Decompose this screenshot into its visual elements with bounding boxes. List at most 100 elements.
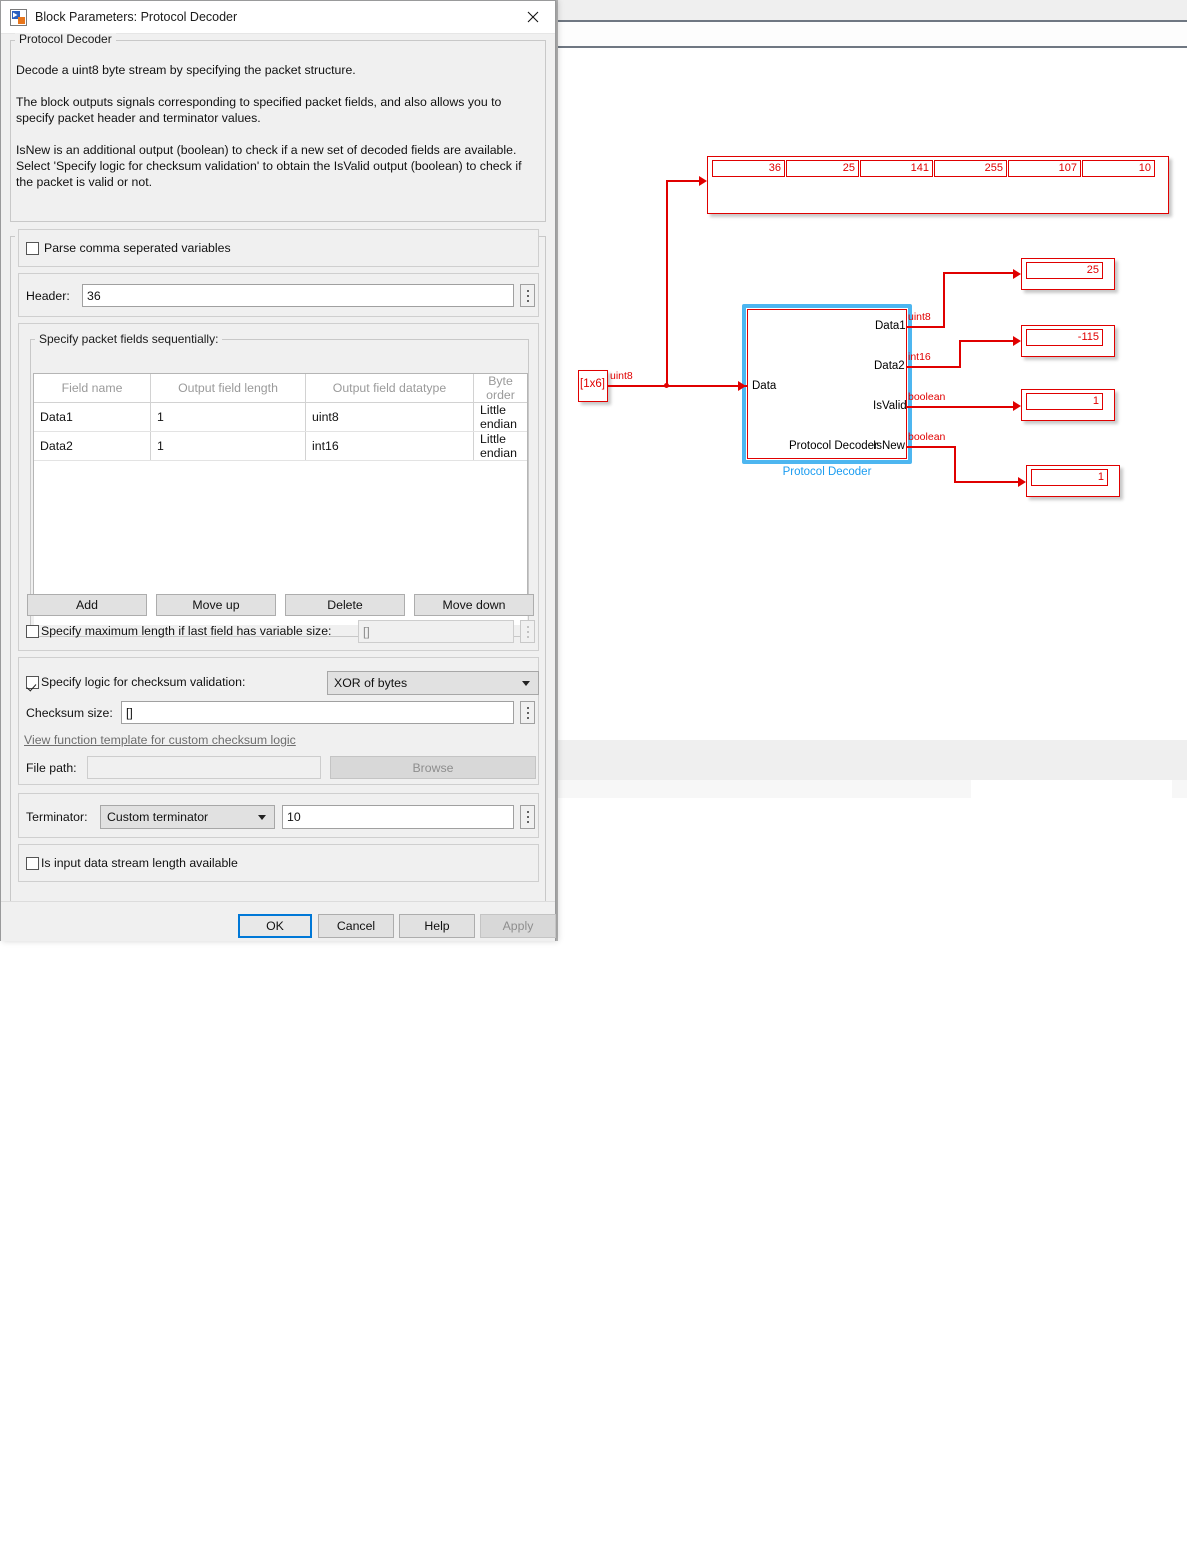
arrow-data2-display: [1013, 336, 1021, 346]
description-paragraph-1: Decode a uint8 byte stream by specifying…: [16, 62, 538, 78]
table-row[interactable]: Data2 1 int16 Little endian: [34, 432, 527, 461]
close-icon[interactable]: [511, 2, 555, 33]
parse-csv-label: Parse comma seperated variables: [44, 241, 231, 255]
cell-output-field-datatype[interactable]: int16: [306, 432, 474, 461]
apply-button[interactable]: Apply: [480, 914, 556, 938]
file-path-input[interactable]: [87, 756, 321, 779]
isnew-display-value: 1: [1031, 469, 1108, 486]
wire-isvalid: [907, 406, 1018, 408]
chevron-down-icon: [522, 681, 530, 686]
column-header-byte-order[interactable]: Byte order: [474, 374, 528, 403]
simulink-toolstrip-middle: [556, 22, 1187, 48]
isvalid-display-value: 1: [1026, 393, 1103, 410]
max-length-checkbox[interactable]: [26, 625, 39, 638]
array-cell-3: 255: [934, 160, 1007, 177]
block-description-group-title: Protocol Decoder: [15, 33, 116, 46]
header-input[interactable]: [82, 284, 514, 307]
checksum-logic-select[interactable]: XOR of bytes: [327, 671, 539, 695]
ok-button[interactable]: OK: [238, 914, 312, 938]
data1-display[interactable]: 25: [1021, 258, 1115, 290]
isvalid-display[interactable]: 1: [1021, 389, 1115, 421]
simulink-status-bar-right: [1172, 780, 1187, 798]
data2-display-value: -115: [1026, 329, 1103, 346]
wire-data2-a: [907, 366, 960, 368]
decoder-inner-label: Protocol Decoder: [789, 440, 878, 452]
block-parameters-dialog: Block Parameters: Protocol Decoder Proto…: [0, 0, 556, 941]
decoder-output-port-isvalid: IsValid: [873, 400, 907, 412]
wire-isnew-a: [907, 446, 955, 448]
stream-length-checkbox[interactable]: [26, 857, 39, 870]
simulink-lower-canvas: [556, 798, 1187, 941]
data1-display-value: 25: [1026, 262, 1103, 279]
column-header-field-name[interactable]: Field name: [34, 374, 151, 403]
simulink-status-bar-left: [556, 780, 971, 798]
dialog-title-bar[interactable]: Block Parameters: Protocol Decoder: [1, 1, 555, 34]
move-up-button[interactable]: Move up: [156, 594, 276, 616]
terminator-spinner-button[interactable]: [520, 805, 535, 829]
checksum-validation-label: Specify logic for checksum validation:: [41, 675, 245, 689]
signal-type-int16: int16: [908, 351, 931, 363]
cancel-button[interactable]: Cancel: [318, 914, 394, 938]
decoder-block-name: Protocol Decoder: [742, 466, 912, 478]
terminator-label: Terminator:: [26, 810, 88, 824]
packet-fields-table[interactable]: Field name Output field length Output fi…: [33, 373, 528, 606]
constant-block-value: [1x6]: [580, 378, 605, 390]
terminator-select[interactable]: Custom terminator: [100, 805, 275, 829]
wire-data1-c: [943, 272, 1018, 274]
file-path-label: File path:: [26, 761, 77, 775]
add-field-button[interactable]: Add: [27, 594, 147, 616]
cell-output-field-length[interactable]: 1: [151, 403, 306, 432]
cell-field-name[interactable]: Data1: [34, 403, 151, 432]
checksum-validation-checkbox[interactable]: [26, 676, 39, 689]
delete-field-button[interactable]: Delete: [285, 594, 405, 616]
cell-byte-order[interactable]: Little endian: [474, 432, 528, 461]
cell-field-name[interactable]: Data2: [34, 432, 151, 461]
wire-isnew-b: [954, 446, 956, 482]
terminator-value-input[interactable]: [282, 805, 514, 829]
arrow-isnew-display: [1018, 477, 1026, 487]
description-paragraph-2: The block outputs signals corresponding …: [16, 94, 534, 126]
header-label: Header:: [26, 289, 70, 303]
header-spinner-button[interactable]: [520, 284, 535, 307]
data2-display[interactable]: -115: [1021, 325, 1115, 357]
wire-data2-b: [959, 340, 961, 368]
wire-data1-a: [907, 326, 944, 328]
array-cell-0: 36: [712, 160, 785, 177]
checksum-template-link[interactable]: View function template for custom checks…: [24, 733, 296, 747]
column-header-output-field-datatype[interactable]: Output field datatype: [306, 374, 474, 403]
simulink-toolstrip-top: [556, 0, 1187, 22]
checksum-size-input[interactable]: [121, 701, 514, 724]
max-length-input[interactable]: [358, 620, 514, 643]
browse-button[interactable]: Browse: [330, 756, 536, 779]
array-cell-1: 25: [786, 160, 859, 177]
isnew-display[interactable]: 1: [1026, 465, 1120, 497]
simulink-block-icon: [10, 9, 27, 26]
cell-output-field-datatype[interactable]: uint8: [306, 403, 474, 432]
table-header-row: Field name Output field length Output fi…: [34, 374, 527, 403]
column-header-output-field-length[interactable]: Output field length: [151, 374, 306, 403]
decoder-output-port-data2: Data2: [874, 360, 905, 372]
input-array-display[interactable]: 36 25 141 255 107 10: [707, 156, 1169, 214]
dialog-title: Block Parameters: Protocol Decoder: [35, 10, 511, 24]
max-length-spinner-button[interactable]: [520, 620, 535, 643]
signal-type-boolean-isvalid: boolean: [908, 391, 945, 403]
cell-byte-order[interactable]: Little endian: [474, 403, 528, 432]
signal-type-boolean-isnew: boolean: [908, 431, 945, 443]
terminator-selected-value: Custom terminator: [107, 810, 208, 824]
checksum-size-spinner-button[interactable]: [520, 701, 535, 724]
wire-branch-to-array-display: [666, 180, 701, 182]
wire-isnew-c: [954, 481, 1023, 483]
parse-csv-checkbox[interactable]: [26, 242, 39, 255]
canvas-left-edge: [556, 0, 558, 941]
dialog-footer: OK Cancel Help Apply: [1, 901, 555, 941]
table-row[interactable]: Data1 1 uint8 Little endian: [34, 403, 527, 432]
move-down-button[interactable]: Move down: [414, 594, 534, 616]
wire-branch-vertical: [666, 180, 668, 385]
help-button[interactable]: Help: [399, 914, 475, 938]
array-cell-2: 141: [860, 160, 933, 177]
chevron-down-icon: [258, 815, 266, 820]
array-cell-4: 107: [1008, 160, 1081, 177]
array-cell-5: 10: [1082, 160, 1155, 177]
cell-output-field-length[interactable]: 1: [151, 432, 306, 461]
simulink-panel-gap: [556, 740, 1187, 780]
